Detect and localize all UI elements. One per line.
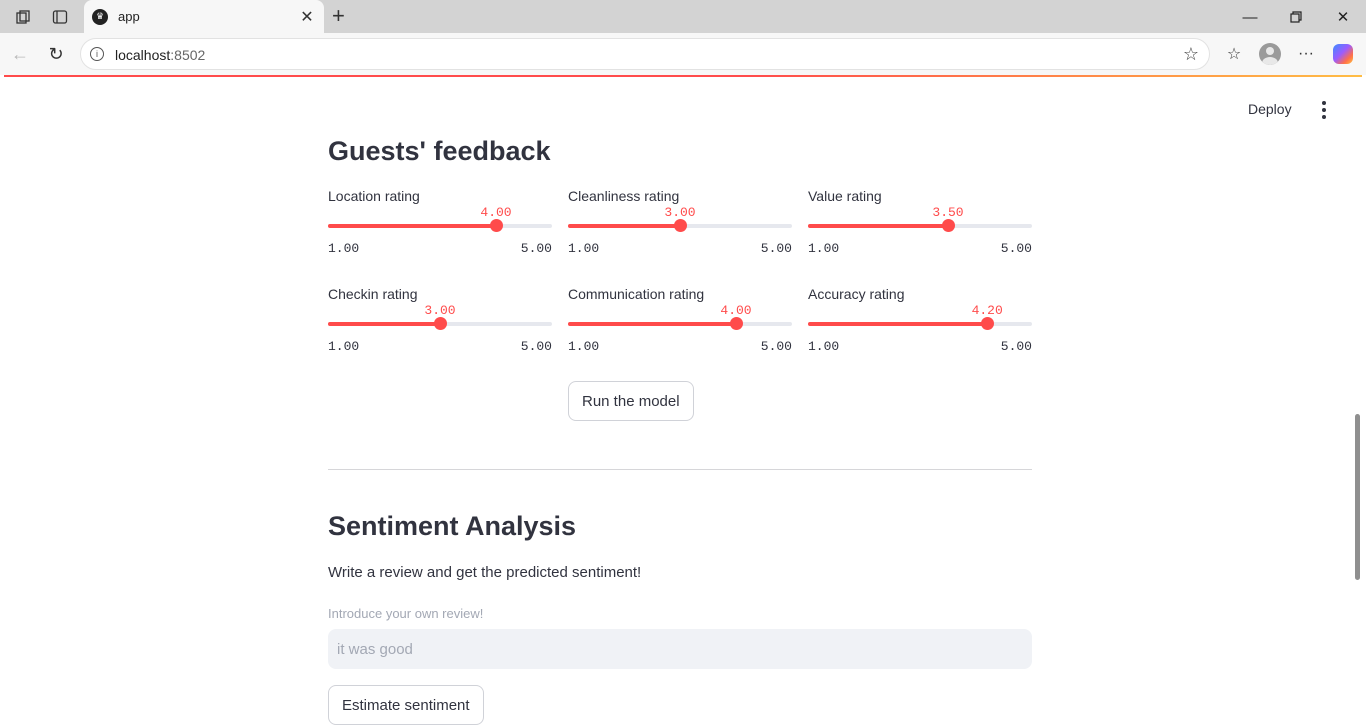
favorite-star-icon[interactable]: ☆ <box>1183 44 1199 65</box>
slider-fill <box>568 224 680 228</box>
slider-value: 4.00 <box>480 205 512 220</box>
browser-tab-bar: ♛ app ✕ + — ✕ <box>0 0 1366 33</box>
slider-min: 1.00 <box>808 241 840 256</box>
tab-title: app <box>118 9 140 24</box>
restore-icon[interactable] <box>1285 6 1307 28</box>
page-scrollbar[interactable] <box>1355 414 1360 580</box>
slider-value: 3.00 <box>664 205 696 220</box>
section-divider <box>328 469 1032 470</box>
back-icon[interactable]: ← <box>8 42 32 66</box>
main-menu-icon[interactable] <box>1314 100 1334 120</box>
slider-max: 5.00 <box>760 339 792 354</box>
slider-min: 1.00 <box>328 241 360 256</box>
slider-fill <box>328 322 440 326</box>
browser-tab-app[interactable]: ♛ app ✕ <box>84 0 324 33</box>
close-window-icon[interactable]: ✕ <box>1332 6 1354 28</box>
slider-thumb[interactable] <box>942 219 955 232</box>
slider-min: 1.00 <box>568 339 600 354</box>
slider-thumb[interactable] <box>981 317 995 330</box>
slider-fill <box>328 224 496 228</box>
slider-track[interactable] <box>808 219 1032 232</box>
slider-min: 1.00 <box>568 241 600 256</box>
streamlit-favicon-icon: ♛ <box>92 8 108 25</box>
slider-fill <box>568 322 736 326</box>
slider-label: Cleanliness rating <box>568 188 680 204</box>
slider-max: 5.00 <box>520 339 552 354</box>
slider-fill <box>808 322 988 326</box>
slider-min: 1.00 <box>328 339 360 354</box>
slider-thumb[interactable] <box>434 317 447 330</box>
rating-slider[interactable]: Location rating 4.00 1.00 5.00 <box>328 188 552 268</box>
feedback-title: Guests' feedback <box>328 136 551 166</box>
slider-label: Communication rating <box>568 286 705 302</box>
url-input[interactable]: i localhost:8502 ☆ <box>80 38 1210 70</box>
sentiment-description: Write a review and get the predicted sen… <box>328 564 642 581</box>
url-text: localhost:8502 <box>115 47 206 63</box>
slider-track[interactable] <box>568 219 792 232</box>
copilot-icon[interactable] <box>1331 42 1355 66</box>
slider-track[interactable] <box>568 317 792 330</box>
review-input[interactable]: it was good <box>328 629 1032 669</box>
slider-thumb[interactable] <box>730 317 743 330</box>
browser-address-bar: ← ↻ i localhost:8502 ☆ ☆ ··· <box>0 33 1366 75</box>
slider-label: Location rating <box>328 188 420 204</box>
rating-slider[interactable]: Value rating 3.50 1.00 5.00 <box>808 188 1032 268</box>
slider-thumb[interactable] <box>490 219 503 232</box>
slider-max: 5.00 <box>1000 339 1032 354</box>
tab-actions-icon[interactable] <box>49 6 71 28</box>
rating-slider[interactable]: Accuracy rating 4.20 1.00 5.00 <box>808 286 1032 366</box>
slider-min: 1.00 <box>808 339 840 354</box>
slider-value: 3.50 <box>932 205 964 220</box>
slider-track[interactable] <box>808 317 1032 330</box>
rating-slider[interactable]: Cleanliness rating 3.00 1.00 5.00 <box>568 188 792 268</box>
refresh-icon[interactable]: ↻ <box>44 42 68 66</box>
slider-max: 5.00 <box>1000 241 1032 256</box>
slider-max: 5.00 <box>760 241 792 256</box>
slider-label: Checkin rating <box>328 286 418 302</box>
slider-value: 4.00 <box>720 303 752 318</box>
more-options-icon[interactable]: ··· <box>1294 42 1318 66</box>
slider-label: Value rating <box>808 188 882 204</box>
slider-max: 5.00 <box>520 241 552 256</box>
slider-fill <box>808 224 948 228</box>
slider-track[interactable] <box>328 219 552 232</box>
run-model-button[interactable]: Run the model <box>568 381 694 421</box>
slider-thumb[interactable] <box>674 219 687 232</box>
sentiment-title: Sentiment Analysis <box>328 511 577 541</box>
rating-slider[interactable]: Communication rating 4.00 1.00 5.00 <box>568 286 792 366</box>
review-input-label: Introduce your own review! <box>328 606 484 621</box>
rating-slider[interactable]: Checkin rating 3.00 1.00 5.00 <box>328 286 552 366</box>
close-tab-icon[interactable]: ✕ <box>296 6 318 28</box>
estimate-sentiment-button[interactable]: Estimate sentiment <box>328 685 484 725</box>
slider-label: Accuracy rating <box>808 286 905 302</box>
favorites-icon[interactable]: ☆ <box>1222 42 1246 66</box>
deploy-button[interactable]: Deploy <box>1248 101 1292 121</box>
profile-icon[interactable] <box>1258 42 1282 66</box>
slider-track[interactable] <box>328 317 552 330</box>
site-info-icon[interactable]: i <box>90 47 104 61</box>
workspaces-icon[interactable] <box>13 6 35 28</box>
slider-value: 3.00 <box>424 303 456 318</box>
minimize-icon[interactable]: — <box>1239 6 1261 28</box>
slider-value: 4.20 <box>971 303 1003 318</box>
new-tab-icon[interactable]: + <box>332 4 345 28</box>
